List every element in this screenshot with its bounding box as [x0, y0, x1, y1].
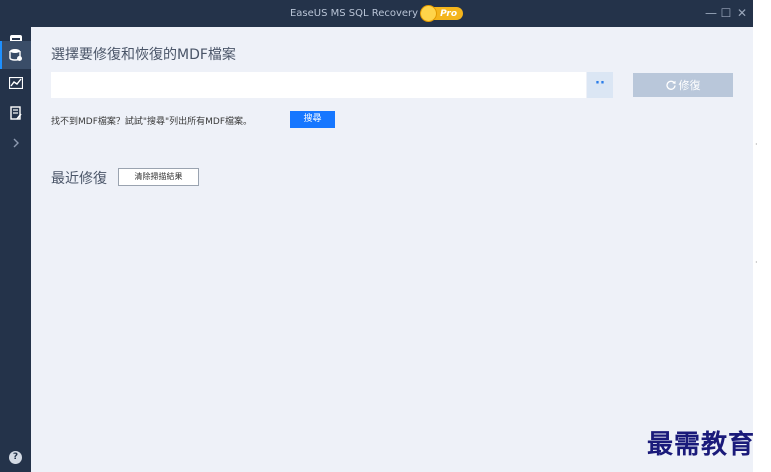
- repair-button[interactable]: 修復: [633, 73, 733, 97]
- watermark: 最需教育: [647, 430, 756, 460]
- edge-marker: ·: [755, 258, 758, 267]
- database-repair-icon: [8, 49, 22, 61]
- search-button[interactable]: 搜尋: [290, 111, 335, 128]
- chevron-right-icon: [13, 138, 19, 148]
- sidebar: ?: [0, 27, 31, 472]
- clear-scan-results-button[interactable]: 清除掃描結果: [118, 168, 199, 186]
- repair-button-label: 修復: [678, 79, 701, 92]
- browse-button[interactable]: ··: [587, 72, 613, 98]
- maximize-button[interactable]: ☐: [719, 6, 733, 20]
- log-icon: [9, 106, 22, 120]
- window-title-text: EaseUS MS SQL Recovery: [289, 8, 419, 19]
- sidebar-expand[interactable]: [0, 129, 31, 157]
- app-window: EaseUS MS SQL Recovery Pro — ☐ ✕ ? 選擇要修復…: [0, 0, 753, 472]
- recent-repairs-title: 最近修復: [51, 171, 107, 187]
- edge-marker: ·: [755, 140, 758, 149]
- minimize-button[interactable]: —: [704, 6, 718, 20]
- sidebar-item-chart[interactable]: [0, 69, 31, 97]
- title-bar: EaseUS MS SQL Recovery Pro — ☐ ✕: [0, 0, 753, 27]
- sidebar-item-log[interactable]: [0, 99, 31, 127]
- chart-icon: [8, 77, 23, 89]
- pro-coin-icon: [420, 5, 438, 22]
- search-hint: 找不到MDF檔案？試試"搜尋"列出所有MDF檔案。: [51, 117, 253, 127]
- refresh-icon: [665, 80, 676, 90]
- close-button[interactable]: ✕: [735, 6, 749, 20]
- window-title: EaseUS MS SQL Recovery Pro: [0, 5, 753, 22]
- pro-badge-label: Pro: [440, 8, 458, 19]
- pro-badge: Pro: [420, 5, 464, 22]
- sidebar-item-repair[interactable]: [0, 41, 31, 69]
- help-icon[interactable]: ?: [9, 451, 22, 464]
- mdf-path-input[interactable]: [51, 72, 586, 98]
- select-mdf-title: 選擇要修復和恢復的MDF檔案: [51, 47, 236, 63]
